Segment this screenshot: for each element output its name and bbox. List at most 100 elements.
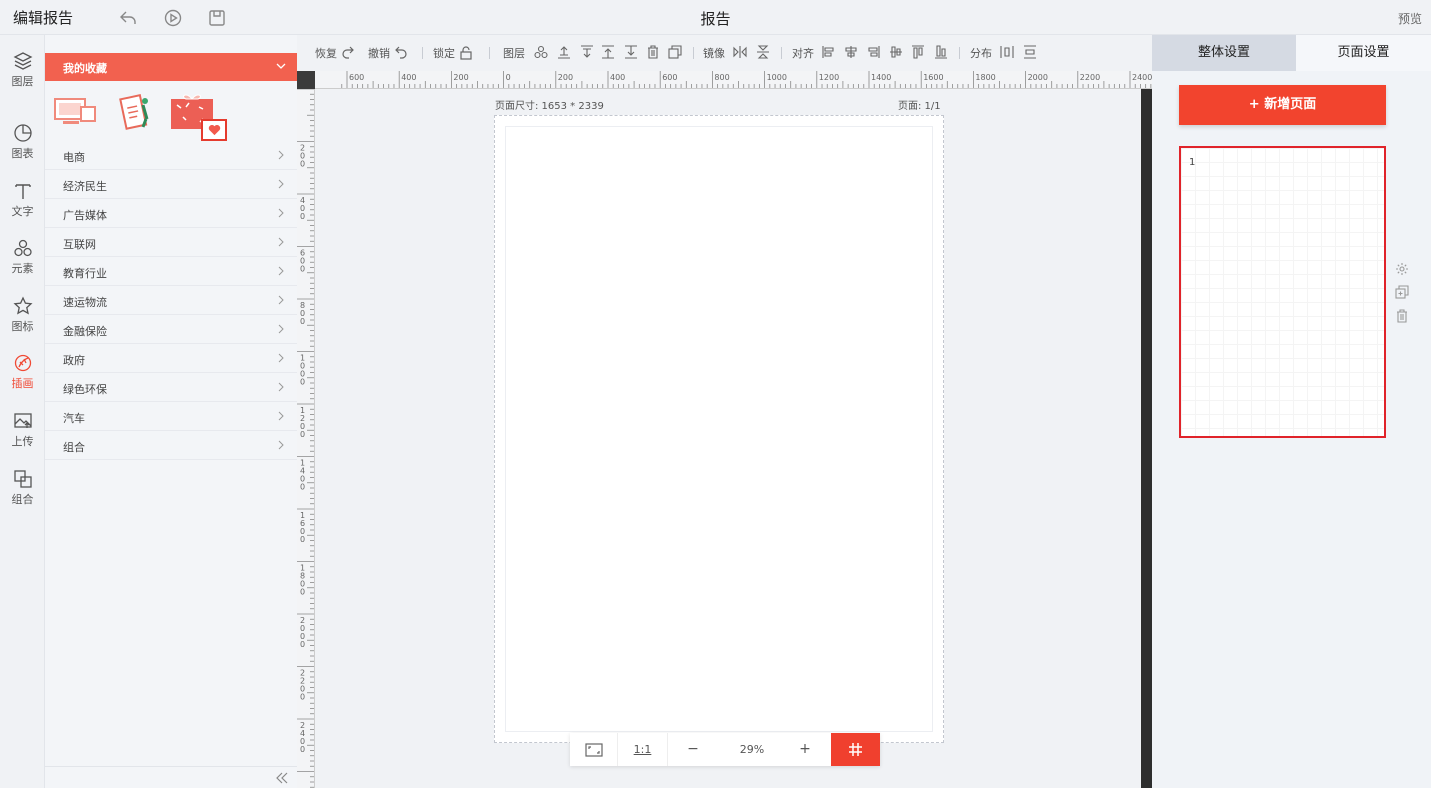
ruler-label: 1400 — [871, 73, 891, 82]
category-label: 电商 — [63, 151, 85, 164]
page-number: 1 — [1189, 157, 1196, 168]
send-to-back-icon[interactable] — [624, 45, 638, 59]
collapse-panel-icon[interactable] — [275, 771, 289, 785]
category-item[interactable]: 经济民生 — [45, 170, 297, 199]
ruler-label: 2400 — [1132, 73, 1152, 82]
category-item[interactable]: 互联网 — [45, 228, 297, 257]
upload-image-icon — [13, 413, 32, 428]
ruler-label: 0 — [300, 535, 305, 544]
ruler-label: 2000 — [1028, 73, 1048, 82]
ruler-label: 0 — [300, 483, 305, 492]
tab-page-settings[interactable]: 页面设置 — [1296, 35, 1431, 71]
flip-vertical-icon[interactable] — [756, 45, 770, 59]
favorites-header[interactable]: 我的收藏 — [45, 53, 297, 81]
zoom-out-button[interactable]: − — [678, 733, 708, 766]
category-item[interactable]: 电商 — [45, 141, 297, 170]
back-icon[interactable] — [118, 8, 138, 28]
favorite-illustration-clipboard[interactable] — [113, 91, 159, 131]
page-delete-icon[interactable] — [1395, 309, 1409, 323]
chevron-right-icon — [278, 353, 284, 363]
align-left-icon[interactable] — [822, 45, 836, 59]
zoom-in-button[interactable]: + — [790, 733, 820, 766]
distribute-vertical-icon[interactable] — [1023, 45, 1037, 59]
align-center-h-icon[interactable] — [844, 45, 858, 59]
category-item[interactable]: 速运物流 — [45, 286, 297, 315]
rail-item-text[interactable]: 文字 — [0, 181, 45, 237]
ruler-label: 0 — [300, 588, 305, 597]
save-icon[interactable] — [207, 8, 227, 28]
canvas-area[interactable]: 页面尺寸: 1653 * 2339 页面: 1/1 1:1 − 29% + — [315, 89, 1141, 788]
category-item[interactable]: 政府 — [45, 344, 297, 373]
actual-size-button[interactable]: 1:1 — [618, 733, 668, 766]
page-duplicate-icon[interactable] — [1395, 285, 1409, 299]
favorite-illustration-computer[interactable] — [53, 91, 99, 131]
ruler-label: 0 — [300, 640, 305, 649]
horizontal-ruler[interactable]: 600 400 200 0 200 400 600 800 1000 1200 1400 1600 18… — [315, 71, 1152, 89]
chevron-right-icon — [278, 324, 284, 334]
category-label: 政府 — [63, 354, 85, 367]
category-item[interactable]: 教育行业 — [45, 257, 297, 286]
rail-item-layers[interactable]: 图层 — [0, 51, 45, 107]
bring-forward-icon[interactable] — [557, 45, 571, 59]
report-page[interactable] — [494, 115, 944, 743]
category-item[interactable]: 汽车 — [45, 402, 297, 431]
settings-panel: 整体设置 页面设置 + 新增页面 1 — [1152, 35, 1431, 788]
flip-horizontal-icon[interactable] — [733, 45, 747, 59]
zoom-value: 29% — [739, 743, 765, 756]
rail-item-upload[interactable]: 上传 — [0, 411, 45, 467]
ruler-label: 600 — [662, 73, 677, 82]
align-top-icon[interactable] — [889, 45, 903, 59]
page-settings-gear-icon[interactable] — [1395, 262, 1409, 276]
redo-label: 恢复 — [315, 47, 337, 60]
lock-button[interactable]: 锁定 — [433, 45, 473, 61]
preview-button[interactable]: 预览 — [1398, 10, 1422, 27]
favorite-toggle[interactable] — [201, 119, 227, 141]
rail-item-illustrations[interactable]: 插画 — [0, 353, 45, 409]
ruler-label: 0 — [300, 378, 305, 387]
delete-icon[interactable] — [646, 45, 660, 59]
bring-to-front-icon[interactable] — [601, 45, 615, 59]
ruler-label: 0 — [300, 265, 305, 274]
category-item[interactable]: 广告媒体 — [45, 199, 297, 228]
grid-toggle-button[interactable] — [831, 733, 880, 766]
category-label: 广告媒体 — [63, 209, 107, 222]
category-label: 汽车 — [63, 412, 85, 425]
ruler-label: 200 — [453, 73, 468, 82]
ruler-label: 0 — [300, 317, 305, 326]
duplicate-icon[interactable] — [668, 45, 682, 59]
rail-label: 元素 — [11, 262, 34, 275]
rail-item-groups[interactable]: 组合 — [0, 469, 45, 525]
redo-icon — [342, 46, 354, 59]
category-label: 经济民生 — [63, 180, 107, 193]
align-right-icon[interactable] — [866, 45, 880, 59]
illustration-panel: 我的收藏 电商 经济民生 广告媒体 互联网 教育行业 速运物流 金融保险 政府 … — [45, 35, 297, 788]
category-item[interactable]: 组合 — [45, 431, 297, 460]
add-page-button[interactable]: + 新增页面 — [1179, 85, 1386, 125]
tab-global-settings[interactable]: 整体设置 — [1152, 35, 1296, 71]
play-icon[interactable] — [163, 8, 183, 28]
ruler-label: 0 — [300, 430, 305, 439]
canvas-scrollbar[interactable] — [1141, 89, 1152, 788]
chevron-right-icon — [278, 237, 284, 247]
category-label: 互联网 — [63, 238, 96, 251]
align-bottom-icon[interactable] — [934, 45, 948, 59]
vertical-ruler[interactable]: 2004006008001000120014001600180020002200… — [297, 89, 315, 788]
category-item[interactable]: 绿色环保 — [45, 373, 297, 402]
toolbar-divider — [693, 47, 694, 59]
undo-button[interactable]: 撤销 — [368, 45, 408, 61]
rail-item-icons[interactable]: 图标 — [0, 296, 45, 352]
ruler-label: 0 — [506, 73, 511, 82]
distribute-horizontal-icon[interactable] — [1000, 45, 1014, 59]
fit-screen-button[interactable] — [570, 733, 618, 766]
ruler-label: 800 — [714, 73, 729, 82]
rail-label: 文字 — [11, 205, 34, 218]
rail-item-elements[interactable]: 元素 — [0, 238, 45, 294]
category-item[interactable]: 金融保险 — [45, 315, 297, 344]
layer-group-icon[interactable] — [534, 45, 548, 59]
align-middle-icon[interactable] — [911, 45, 925, 59]
send-backward-icon[interactable] — [580, 45, 594, 59]
redo-button[interactable]: 恢复 — [315, 45, 355, 61]
page-thumbnail[interactable]: 1 — [1179, 146, 1386, 438]
rail-item-charts[interactable]: 图表 — [0, 123, 45, 179]
document-title[interactable]: 报告 — [700, 10, 730, 28]
